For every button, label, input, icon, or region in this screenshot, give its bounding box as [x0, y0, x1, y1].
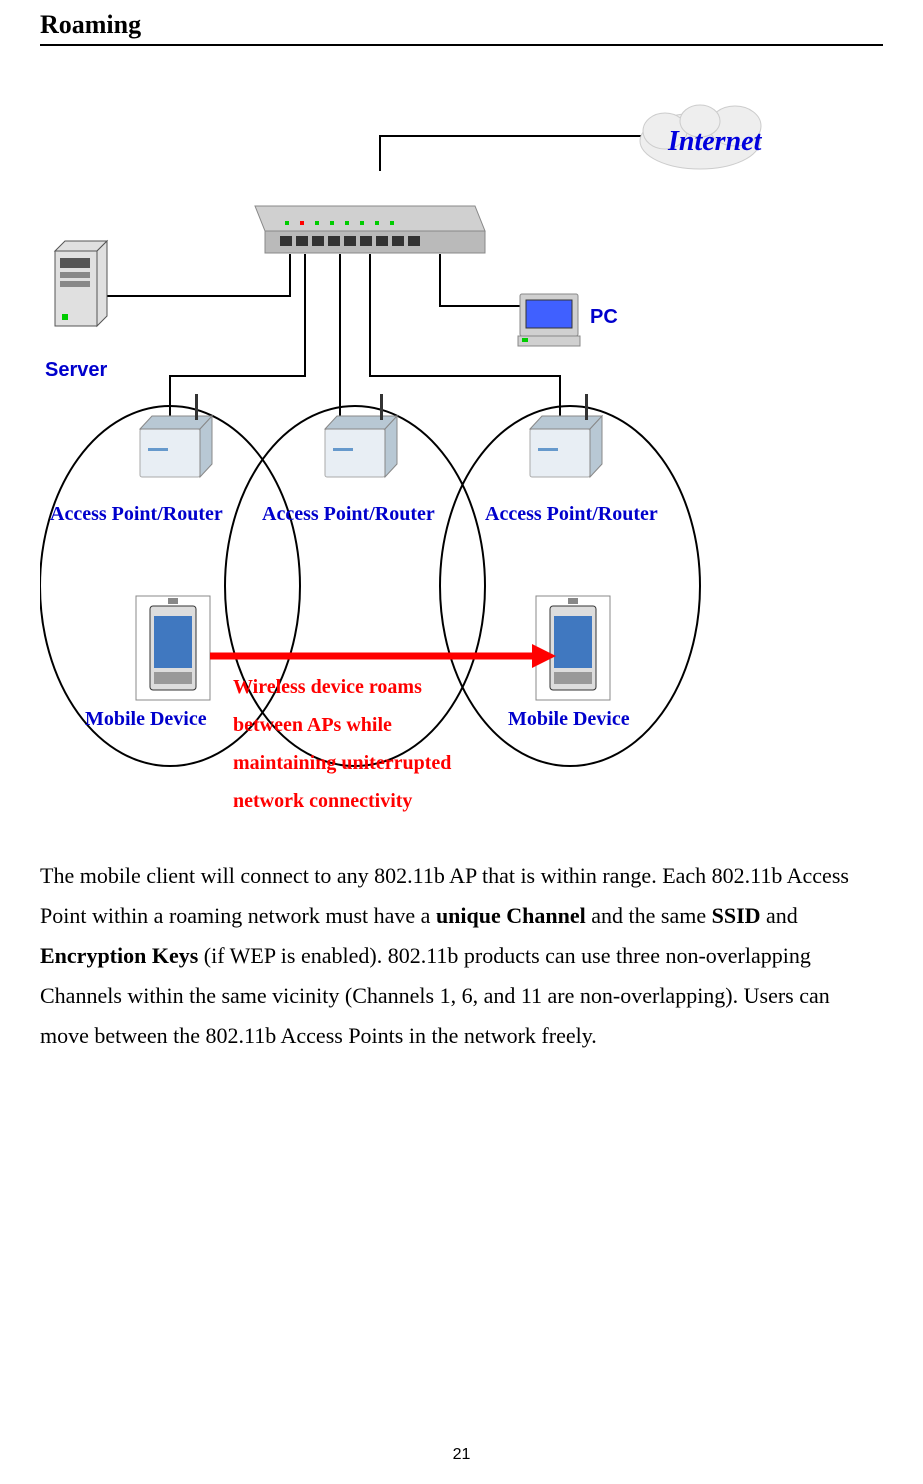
p-text-d: and: [761, 903, 798, 928]
roaming-arrow-icon: [210, 644, 556, 668]
server-label: Server: [45, 359, 107, 382]
network-switch-icon: [255, 206, 485, 253]
annotation-line-3: maintaining uniterrupted: [233, 752, 451, 774]
mobile-device-icon-2: [536, 596, 610, 700]
header-rule: [40, 44, 883, 46]
annotation-line-4: network connectivity: [233, 790, 412, 812]
mobile-device-icon-1: [136, 596, 210, 700]
mobile-label-2: Mobile Device: [508, 708, 630, 731]
ap-label-1: Access Point/Router: [50, 503, 223, 526]
p-bold-1: unique Channel: [436, 903, 586, 928]
page-title: Roaming: [40, 10, 883, 40]
network-diagram: Internet PC Server Access Point/Router A…: [40, 76, 883, 796]
p-bold-2: SSID: [712, 903, 761, 928]
ap-label-3: Access Point/Router: [485, 503, 658, 526]
mobile-label-1: Mobile Device: [85, 708, 207, 731]
internet-label: Internet: [668, 126, 761, 158]
annotation-line-2: between APs while: [233, 714, 392, 736]
p-text-c: and the same: [586, 903, 712, 928]
roaming-annotation: Wireless device roams between APs while …: [233, 668, 451, 820]
pc-icon: [518, 294, 580, 346]
pc-label: PC: [590, 306, 618, 329]
page-number: 21: [0, 1446, 923, 1464]
ap-label-2: Access Point/Router: [262, 503, 435, 526]
server-icon: [55, 241, 107, 326]
body-paragraph: The mobile client will connect to any 80…: [40, 856, 883, 1056]
p-bold-3: Encryption Keys: [40, 943, 198, 968]
annotation-line-1: Wireless device roams: [233, 676, 422, 698]
